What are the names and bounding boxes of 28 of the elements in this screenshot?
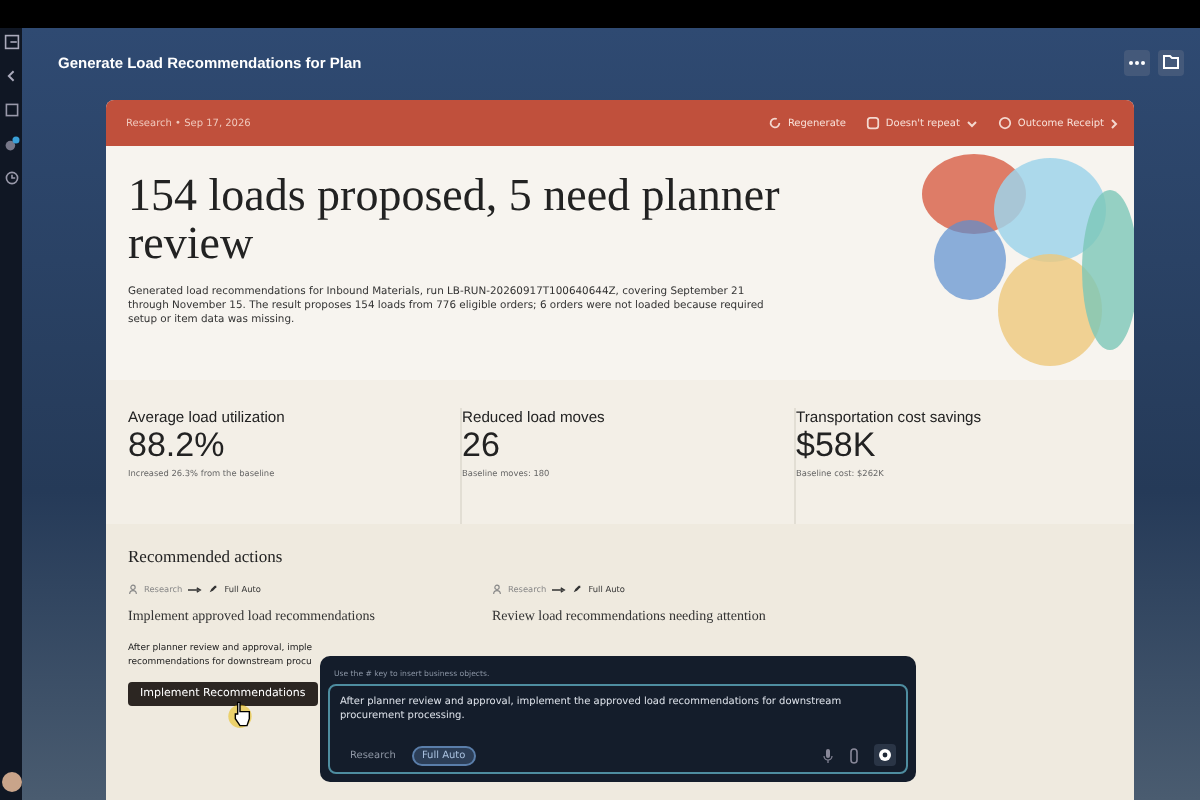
square-icon — [865, 116, 880, 130]
folder-button[interactable] — [1158, 49, 1184, 75]
more-button[interactable] — [1124, 49, 1150, 75]
chevron-left-icon[interactable] — [3, 68, 19, 84]
more-icon — [1128, 59, 1146, 65]
send-icon — [878, 748, 892, 762]
panel-icon[interactable] — [3, 34, 19, 50]
metric-value: 26 — [462, 426, 502, 464]
metric-value: 88.2% — [128, 426, 227, 464]
paperclip-icon[interactable] — [848, 747, 860, 763]
person-icon — [128, 584, 138, 594]
arrow-icon — [552, 585, 567, 593]
microphone-icon[interactable] — [822, 747, 834, 763]
circle-icon — [997, 116, 1012, 130]
clock-icon[interactable] — [3, 170, 19, 186]
metric-value: $58K — [796, 426, 878, 464]
chevron-down-icon — [965, 119, 978, 127]
badge-icon[interactable] — [3, 136, 19, 152]
person-icon — [492, 584, 502, 594]
arrow-icon — [188, 585, 203, 593]
refresh-icon — [767, 116, 782, 130]
hero-title: 154 loads proposed, 5 need planner review — [128, 172, 782, 268]
chevron-right-icon — [1110, 117, 1118, 129]
folder-icon — [1162, 54, 1180, 70]
hand-cursor-icon — [228, 700, 252, 728]
section-title: Recommended actions — [128, 546, 285, 566]
avatar[interactable] — [1, 772, 21, 792]
send-button[interactable] — [874, 744, 896, 766]
